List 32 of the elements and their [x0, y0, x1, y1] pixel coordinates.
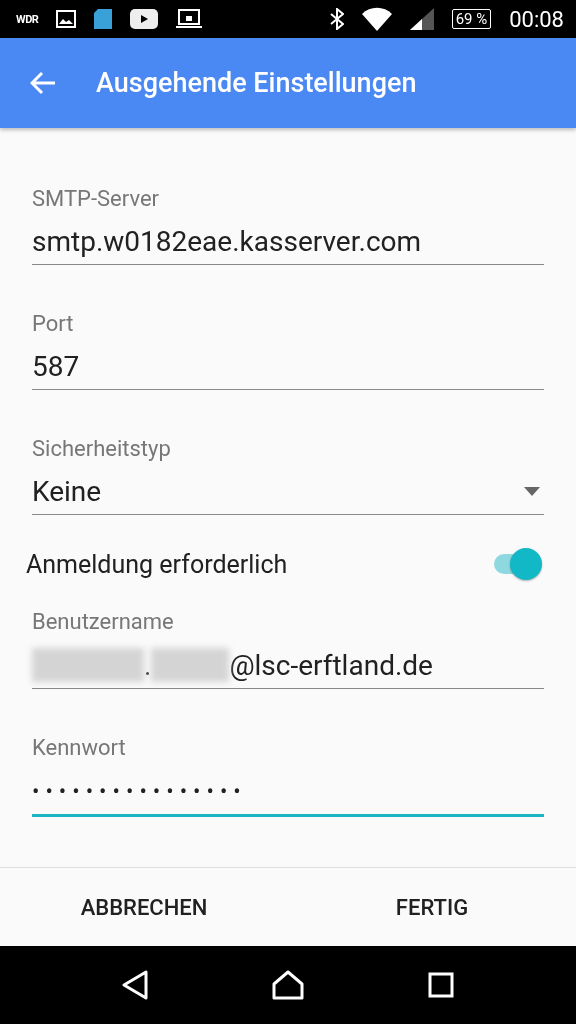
- home-icon: [272, 970, 304, 1000]
- input-field[interactable]: . @lsc-erftland.de: [32, 648, 544, 689]
- play-icon: [130, 9, 159, 29]
- back-arrow-icon: [30, 71, 56, 95]
- field-label: Benutzername: [32, 609, 175, 634]
- wifi-icon: [361, 7, 392, 31]
- input-field[interactable]: ••••••••••••••••: [32, 774, 544, 817]
- input-field[interactable]: smtp.w0182eae.kasserver.com: [32, 225, 544, 265]
- field-label: Kennwort: [32, 735, 127, 760]
- app-label: WDR: [16, 12, 39, 26]
- screen-title: Ausgehende Einstellungen: [96, 67, 417, 99]
- cancel-button[interactable]: ABBRECHEN: [0, 868, 288, 946]
- done-button[interactable]: FERTIG: [288, 868, 576, 946]
- dropdown-field[interactable]: Keine: [32, 475, 544, 515]
- field-label: Sicherheitstyp: [32, 436, 172, 461]
- battery-level: 69 %: [451, 9, 492, 29]
- back-button[interactable]: [30, 71, 56, 95]
- recents-nav-button[interactable]: [428, 972, 454, 998]
- toggle-label: Anmeldung erforderlich: [26, 549, 288, 579]
- dropdown-arrow-icon: [524, 487, 540, 496]
- input-field[interactable]: 587: [32, 350, 544, 390]
- home-nav-button[interactable]: [272, 970, 304, 1000]
- sd-card-icon: [94, 9, 113, 29]
- field-label: SMTP-Server: [32, 186, 161, 211]
- clock: 00:08: [509, 6, 564, 32]
- signal-icon: [409, 8, 434, 30]
- bluetooth-icon: [329, 8, 344, 30]
- field-label: Port: [32, 311, 75, 336]
- triangle-icon: [122, 970, 148, 1000]
- square-icon: [428, 972, 454, 998]
- back-nav-button[interactable]: [122, 970, 148, 1000]
- image-icon: [56, 10, 77, 28]
